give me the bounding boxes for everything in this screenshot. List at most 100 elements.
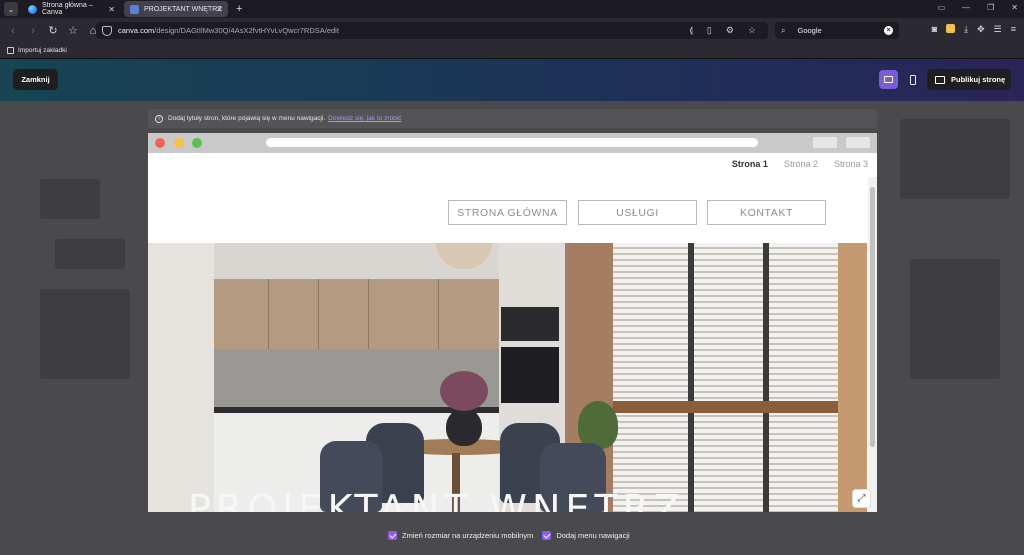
reader-view-icon[interactable]: ▯ xyxy=(707,25,712,36)
url-path: /design/DAGtIlMw30Q/4AsX2fvtHYvLvQwcr7RD… xyxy=(154,26,339,35)
forward-icon[interactable]: › xyxy=(26,24,40,38)
tab-list-button[interactable]: ⌄ xyxy=(4,2,18,16)
info-icon: i xyxy=(155,114,163,123)
checkbox-checked-icon[interactable] xyxy=(542,531,552,540)
editor-header-gradient xyxy=(0,59,1024,101)
dimmed-panel xyxy=(40,289,130,379)
dimmed-panel xyxy=(40,179,100,219)
publish-website-button[interactable]: Publikuj stronę xyxy=(927,69,1011,90)
mobile-view-button[interactable] xyxy=(903,70,922,89)
photo-window-frame xyxy=(688,243,694,512)
add-bookmark-icon[interactable]: ☆ xyxy=(748,25,756,36)
minimize-icon[interactable]: — xyxy=(962,3,970,12)
site-button-contact[interactable]: KONTAKT xyxy=(707,200,826,225)
publish-label: Publikuj stronę xyxy=(951,75,1006,84)
photo-wood-cabinets xyxy=(214,279,499,349)
photo-plant xyxy=(578,401,618,449)
dimmed-panel xyxy=(55,239,125,269)
address-bar[interactable]: canva.com/design/DAGtIlMw30Q/4AsX2fvtHYv… xyxy=(96,22,768,39)
photo-window-frame xyxy=(763,243,769,512)
url-text[interactable]: canva.com/design/DAGtIlMw30Q/4AsX2fvtHYv… xyxy=(118,26,339,35)
read-aloud-icon[interactable]: ⟬ xyxy=(690,25,693,36)
window-controls: ▭ — ❐ ✕ xyxy=(938,3,1018,12)
site-button-services[interactable]: USŁUGI xyxy=(578,200,697,225)
resize-mobile-label: Zmień rozmiar na urządzeniu mobilnym xyxy=(402,531,534,540)
preview-scrollbar[interactable] xyxy=(868,177,877,512)
search-icon: ⌕ xyxy=(781,25,786,35)
search-engine-label[interactable]: Google xyxy=(797,26,821,35)
expand-icon[interactable]: ⤢ xyxy=(852,489,871,508)
close-button[interactable]: Zamknij xyxy=(13,69,58,90)
close-window-icon[interactable]: ✕ xyxy=(1011,3,1018,12)
photo-microwave xyxy=(501,307,559,341)
bookmark-star-icon[interactable]: ☆ xyxy=(66,24,80,38)
tab-title: Strona główna – Canva xyxy=(42,2,93,16)
preview-frame-button xyxy=(813,137,837,148)
add-nav-menu-option[interactable]: Dodaj menu nawigacji xyxy=(542,531,630,540)
document-icon xyxy=(130,4,139,14)
downloads-icon[interactable]: ⤓ xyxy=(964,24,968,35)
learn-how-link[interactable]: Dowiedz się, jak to zrobić xyxy=(328,115,401,122)
screenshot-icon[interactable]: ◙ xyxy=(932,24,937,35)
window-tabs-icon[interactable]: ▭ xyxy=(938,3,946,12)
import-bookmarks-link[interactable]: Importuj zakładki xyxy=(18,47,67,54)
yellow-dot-icon xyxy=(174,138,184,148)
search-bar[interactable]: ⌕ Google × xyxy=(775,22,899,39)
clear-search-icon[interactable]: × xyxy=(884,26,893,35)
nav-page-2[interactable]: Strona 2 xyxy=(784,159,818,169)
close-tab-icon[interactable]: ✕ xyxy=(108,5,115,14)
chevron-down-icon: ⌄ xyxy=(7,4,15,14)
photo-window-sill xyxy=(613,401,838,413)
photo-cabinet-seam xyxy=(268,279,269,349)
preview-url-bar xyxy=(266,138,758,147)
dimmed-panel xyxy=(910,259,1000,379)
hero-kitchen-photo: PROJEKTANT WNĘTRZ xyxy=(148,243,867,512)
website-preview: Strona 1 Strona 2 Strona 3 STRONA GŁÓWNA… xyxy=(148,133,877,512)
tab-title: PROJEKTANT WNĘTRZ xyxy=(144,5,222,13)
desktop-icon xyxy=(884,76,893,83)
photo-wall-left xyxy=(148,243,214,512)
photo-vase xyxy=(446,408,482,446)
nav-page-3[interactable]: Strona 3 xyxy=(834,159,868,169)
page-navigation: Strona 1 Strona 2 Strona 3 xyxy=(148,153,877,175)
navigation-info-banner: i Dodaj tytuły stron, które pojawią się … xyxy=(148,109,877,128)
reload-icon[interactable]: ↻ xyxy=(46,24,60,38)
back-icon[interactable]: ‹ xyxy=(6,24,20,38)
info-text: Dodaj tytuły stron, które pojawią się w … xyxy=(168,115,326,122)
photo-flowers xyxy=(440,371,488,411)
preview-browser-frame xyxy=(148,133,877,153)
navigation-toolbar: ‹ › ↻ ☆ ⌂ canva.com/design/DAGtIlMw30Q/4… xyxy=(0,18,1024,43)
close-tab-icon[interactable]: ✕ xyxy=(216,5,223,14)
toolbar-right-icons: ◙ ⤓ ✥ ☰ ≡ xyxy=(932,24,1016,35)
resize-mobile-option[interactable]: Zmień rozmiar na urządzeniu mobilnym xyxy=(388,531,533,540)
tab-canva-home[interactable]: Strona główna – Canva ✕ xyxy=(22,1,120,17)
nav-page-1[interactable]: Strona 1 xyxy=(732,159,768,169)
red-dot-icon xyxy=(155,138,165,148)
desktop-view-button[interactable] xyxy=(879,70,898,89)
tab-bar: ⌄ Strona główna – Canva ✕ PROJEKTANT WNĘ… xyxy=(0,0,1024,18)
photo-cabinet-seam xyxy=(368,279,369,349)
import-icon xyxy=(7,47,14,54)
photo-cabinet-seam xyxy=(438,279,439,349)
site-info-icon[interactable] xyxy=(102,25,112,36)
menu-icon[interactable]: ≡ xyxy=(1011,24,1016,35)
checkbox-checked-icon[interactable] xyxy=(388,531,397,540)
tab-projektant-wnetrz[interactable]: PROJEKTANT WNĘTRZ ✕ xyxy=(124,1,228,17)
restore-icon[interactable]: ❐ xyxy=(987,3,994,12)
preview-frame-button xyxy=(846,137,870,148)
photo-oven xyxy=(501,347,559,403)
bookmarks-toolbar: Importuj zakładki xyxy=(0,43,1024,59)
scrollbar-thumb[interactable] xyxy=(870,187,875,447)
new-tab-button[interactable]: + xyxy=(236,3,242,15)
extensions-menu-icon[interactable]: ⚙ xyxy=(726,25,734,36)
url-domain: canva.com xyxy=(118,26,155,35)
photo-cabinet-seam xyxy=(318,279,319,349)
canva-logo-icon xyxy=(28,4,37,14)
puzzle-extensions-icon[interactable]: ✥ xyxy=(977,24,985,35)
add-nav-menu-label: Dodaj menu nawigacji xyxy=(556,531,630,540)
sidebar-icon[interactable]: ☰ xyxy=(994,24,1002,35)
extension-icon[interactable] xyxy=(946,24,956,33)
dimmed-panel xyxy=(900,119,1010,199)
hero-title[interactable]: PROJEKTANT WNĘTRZ xyxy=(188,487,685,512)
site-button-home[interactable]: STRONA GŁÓWNA xyxy=(448,200,567,225)
